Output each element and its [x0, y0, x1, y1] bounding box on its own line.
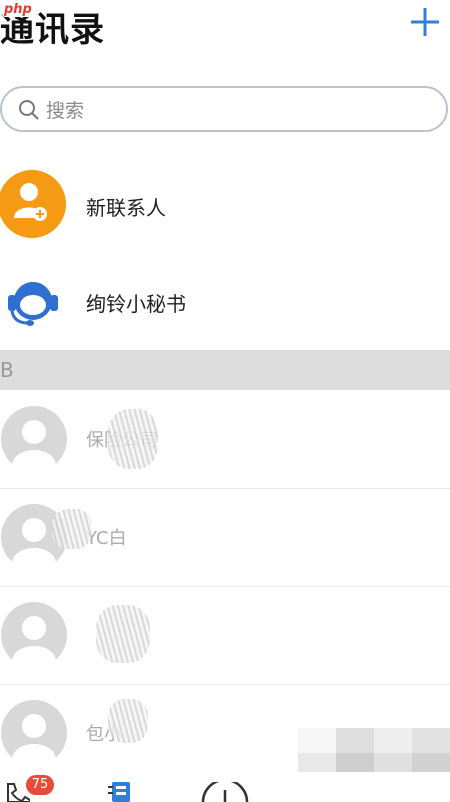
assistant-row[interactable]: 绚铃小秘书 — [0, 265, 450, 337]
contact-name: YC白 — [86, 528, 127, 549]
contacts-book-icon[interactable] — [108, 780, 134, 802]
section-letter: B — [0, 358, 14, 382]
contact-row[interactable]: YC白 — [0, 489, 450, 587]
top-bar: 通讯录 php — [0, 0, 450, 60]
blur-overlay — [96, 605, 150, 663]
add-contact-button[interactable] — [406, 3, 444, 41]
search-icon — [19, 100, 39, 120]
contact-row[interactable] — [0, 587, 450, 685]
headset-icon — [8, 282, 58, 326]
new-contact-label: 新联系人 — [86, 196, 166, 220]
new-contact-row[interactable]: 新联系人 — [0, 168, 450, 240]
contact-row[interactable]: 保险公司 — [0, 391, 450, 489]
blur-overlay — [108, 699, 148, 743]
blur-overlay — [52, 509, 92, 549]
avatar-icon — [1, 700, 67, 767]
plus-icon — [411, 8, 439, 36]
tab-bar — [0, 772, 450, 802]
assistant-label: 绚铃小秘书 — [86, 292, 186, 316]
search-input[interactable] — [44, 96, 408, 126]
section-header: B — [0, 350, 450, 390]
calls-badge: 75 — [26, 775, 54, 795]
watermark-logo: php — [2, 2, 34, 17]
blur-overlay — [108, 409, 158, 469]
search-bar[interactable] — [0, 86, 448, 132]
clock-icon[interactable] — [201, 782, 249, 802]
add-contact-icon — [0, 170, 66, 238]
avatar-icon — [1, 602, 67, 669]
avatar-icon — [1, 406, 67, 473]
